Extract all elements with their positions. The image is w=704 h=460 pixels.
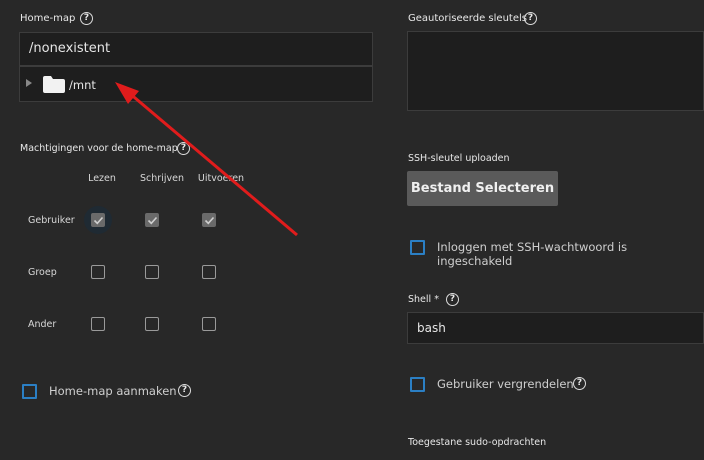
annotation-arrow <box>115 82 298 237</box>
